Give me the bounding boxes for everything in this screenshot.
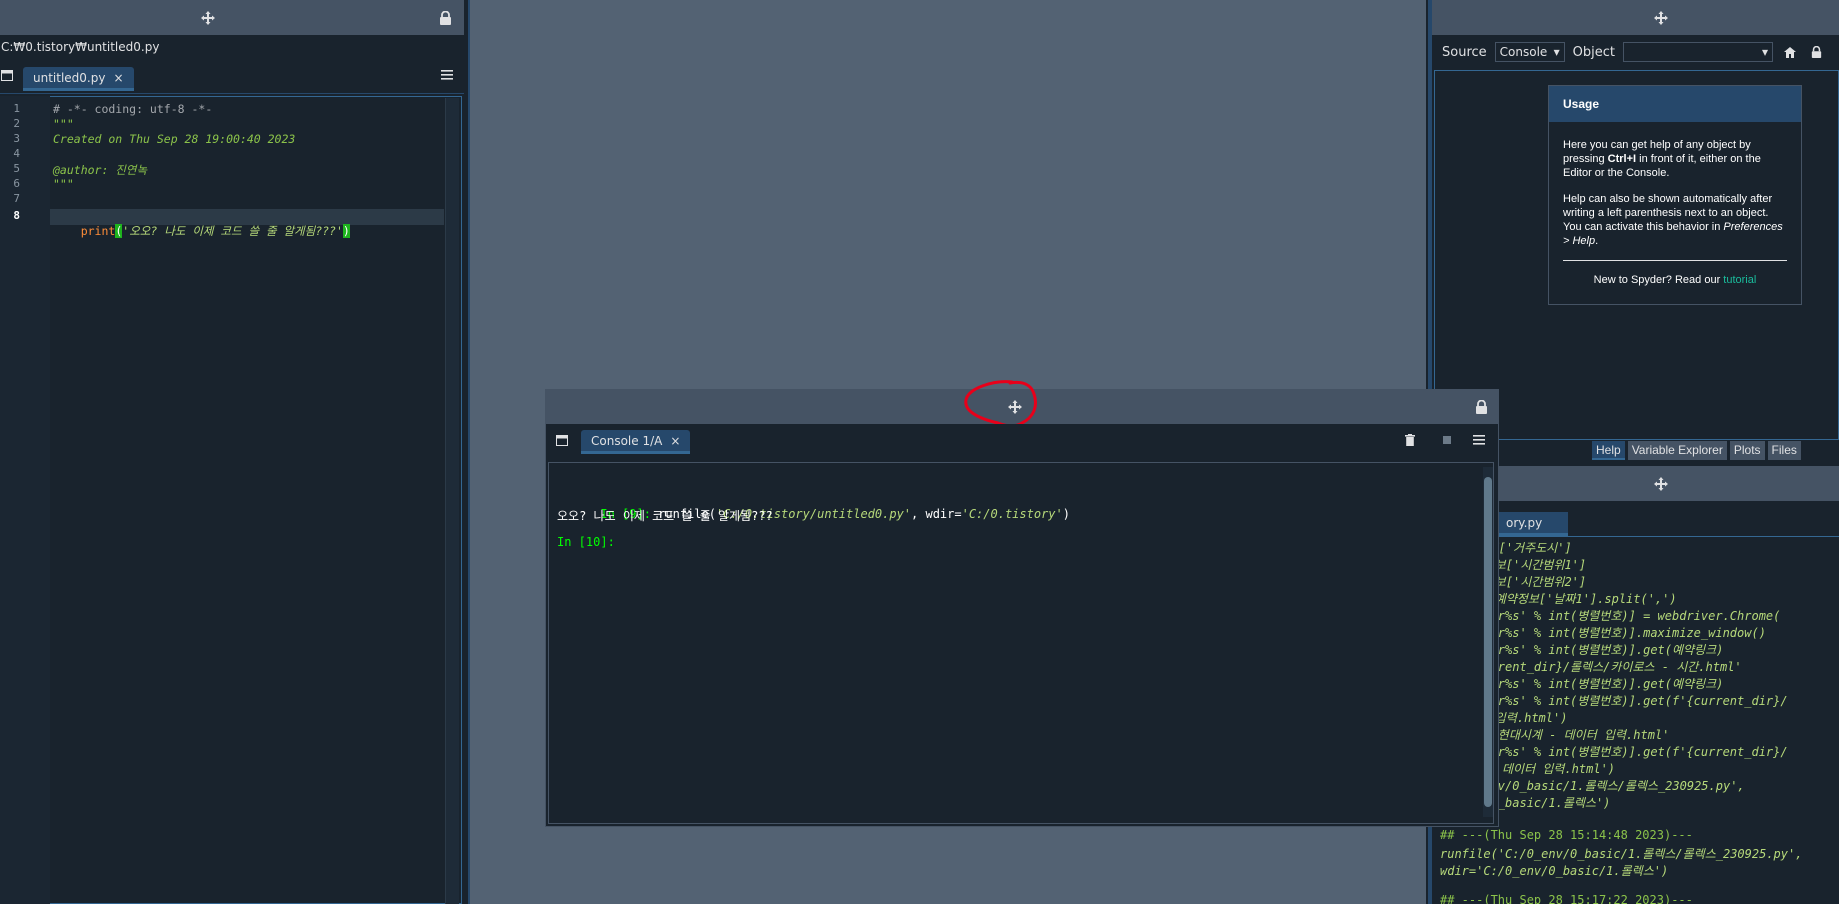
tab-console[interactable]: Console 1/A × <box>581 430 691 454</box>
browse-tabs-icon[interactable] <box>555 433 569 447</box>
code-line: """ <box>53 177 74 191</box>
history-line: ## ---(Thu Sep 28 15:14:48 2023)--- <box>1440 828 1693 842</box>
code-line: @author: 진연녹 <box>53 163 148 177</box>
usage-text: . <box>1595 235 1599 247</box>
usage-footer-text: New to Spyder? Read our <box>1593 274 1724 286</box>
tab-help[interactable]: Help <box>1592 441 1625 460</box>
source-select[interactable]: Console ▾ <box>1494 42 1565 62</box>
scrollbar-thumb[interactable] <box>1484 477 1492 807</box>
history-line: wdir='C:/0_env/0_basic/1.롤렉스') <box>1440 864 1669 878</box>
line-number: 4 <box>13 147 20 160</box>
move-icon[interactable] <box>1651 9 1671 27</box>
annotation-circle <box>964 380 1037 428</box>
lock-icon[interactable] <box>1807 43 1825 61</box>
code-token-string: '오오? 나도 이제 코드 쓸 줄 알게됨???' <box>122 224 343 238</box>
console-prompt: In [10]: <box>557 535 615 549</box>
console-scrollbar[interactable] <box>1483 467 1493 817</box>
line-number: 8 <box>13 209 20 222</box>
options-menu-icon[interactable] <box>1470 432 1488 448</box>
usage-title: Usage <box>1549 86 1801 122</box>
code-line: Created on Thu Sep 28 19:00:40 2023 <box>53 132 296 146</box>
help-content: Usage Here you can get help of any objec… <box>1434 70 1839 440</box>
editor-titlebar[interactable] <box>0 0 464 35</box>
usage-paragraph: Help can also be shown automatically aft… <box>1563 192 1789 248</box>
tab-label: untitled0.py <box>33 70 106 85</box>
code-token-function: print <box>80 224 116 238</box>
help-toolbar: Source Console ▾ Object ▾ <box>1432 38 1839 66</box>
tab-files[interactable]: Files <box>1767 441 1801 460</box>
close-icon[interactable]: × <box>670 434 680 448</box>
tab-variable-explorer[interactable]: Variable Explorer <box>1627 441 1727 460</box>
tab-label: Console 1/A <box>591 433 663 448</box>
console-output-line: 오오? 나도 이제 코드 쓸 줄 알게됨??? <box>557 509 773 523</box>
history-line: ## ---(Thu Sep 28 15:17:22 2023)--- <box>1440 893 1693 904</box>
line-number: 3 <box>13 132 20 145</box>
line-number: 1 <box>13 102 20 115</box>
right-tabbar: Help Variable Explorer Plots Files <box>1592 441 1801 461</box>
object-input[interactable]: ▾ <box>1623 42 1773 62</box>
trash-icon[interactable] <box>1402 432 1418 448</box>
console-code: ) <box>1062 507 1070 521</box>
chevron-down-icon: ▾ <box>1553 45 1560 59</box>
console-code: 'C:/0.tistory' <box>961 507 1063 521</box>
file-path: C:₩0.tistory₩untitled0.py <box>0 37 464 57</box>
console-code: , wdir= <box>911 507 962 521</box>
usage-paragraph: Here you can get help of any object by p… <box>1563 138 1789 180</box>
history-line: runfile('C:/0_env/0_basic/1.롤렉스/롤렉스_2309… <box>1440 847 1803 861</box>
object-label: Object <box>1572 44 1615 60</box>
editor-pane: C:₩0.tistory₩untitled0.py untitled0.py ×… <box>0 0 464 904</box>
line-number: 7 <box>13 192 20 205</box>
code-line: # -*- coding: utf-8 -*- <box>53 102 213 116</box>
usage-footer: New to Spyder? Read our tutorial <box>1549 274 1801 286</box>
lock-icon[interactable] <box>1472 398 1490 416</box>
line-number: 2 <box>13 117 20 130</box>
browse-tabs-icon[interactable] <box>0 67 14 83</box>
stop-icon[interactable] <box>1439 432 1455 448</box>
ipython-console[interactable]: In [9]: runfile('C:/0.tistory/untitled0.… <box>548 462 1494 824</box>
tab-history-file[interactable]: ory.py <box>1498 512 1568 536</box>
lock-icon[interactable] <box>436 9 454 27</box>
divider <box>1563 260 1787 261</box>
home-icon[interactable] <box>1781 43 1799 61</box>
line-number: 6 <box>13 177 20 190</box>
tutorial-link[interactable]: tutorial <box>1723 274 1756 286</box>
help-titlebar[interactable] <box>1432 0 1839 35</box>
code-token-paren: ) <box>342 224 350 238</box>
move-icon[interactable] <box>198 9 218 27</box>
console-window: Console 1/A × In [9]: runfile('C:/0.tist… <box>545 380 1499 827</box>
code-line: """ <box>53 117 74 131</box>
usage-shortcut: Ctrl+I <box>1607 153 1637 165</box>
console-titlebar[interactable] <box>546 380 1498 428</box>
tab-plots[interactable]: Plots <box>1729 441 1765 460</box>
tab-untitled0[interactable]: untitled0.py × <box>23 67 134 91</box>
move-icon[interactable] <box>1651 475 1671 493</box>
source-label: Source <box>1442 44 1487 60</box>
usage-card: Usage Here you can get help of any objec… <box>1548 85 1802 305</box>
editor-tabbar: untitled0.py × <box>0 62 464 94</box>
source-value: Console <box>1499 45 1548 59</box>
close-icon[interactable]: × <box>113 71 123 85</box>
chevron-down-icon: ▾ <box>1761 45 1768 59</box>
line-number: 5 <box>13 162 20 175</box>
code-line: print('오오? 나도 이제 코드 쓸 줄 알게됨???') <box>53 209 350 253</box>
console-tabbar: Console 1/A × <box>546 424 1498 460</box>
editor-scrollbar[interactable] <box>445 98 459 904</box>
options-menu-icon[interactable] <box>438 67 456 83</box>
